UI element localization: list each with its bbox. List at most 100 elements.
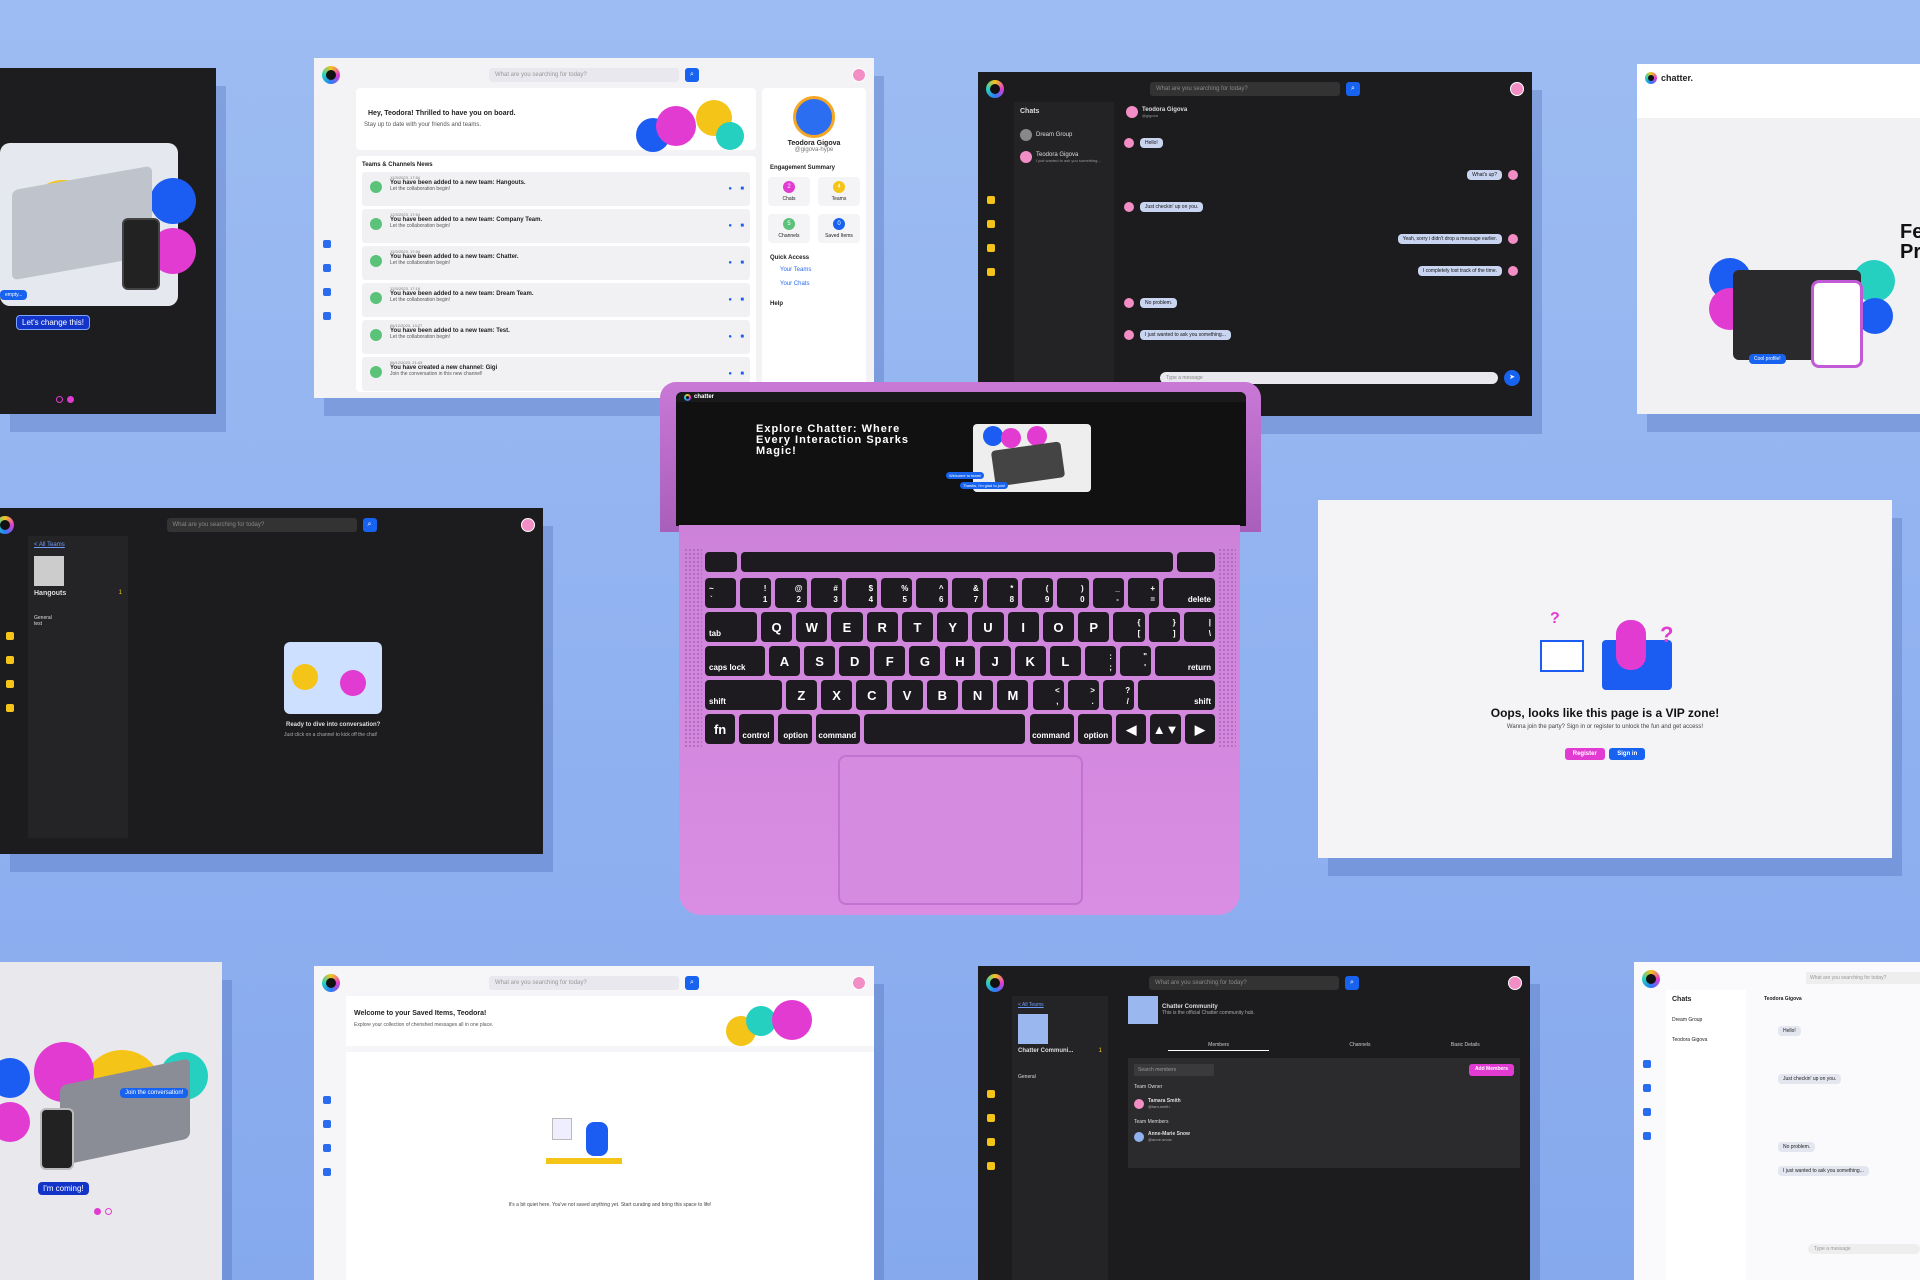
delete-icon[interactable]: ■: [740, 260, 744, 266]
bell-icon[interactable]: ●: [728, 186, 732, 192]
key[interactable]: # 3: [810, 578, 842, 608]
news-item[interactable]: 12/3/2023, 17:54 You have been added to a…: [362, 209, 750, 243]
chats-icon[interactable]: [6, 656, 14, 664]
key[interactable]: D: [839, 646, 871, 676]
search-button[interactable]: ⌕: [362, 518, 377, 532]
bell-icon[interactable]: ●: [728, 223, 732, 229]
key[interactable]: W: [796, 612, 828, 642]
key[interactable]: P: [1078, 612, 1110, 642]
bell-icon[interactable]: ●: [728, 371, 732, 377]
search-button[interactable]: ⌕: [1345, 976, 1359, 990]
key[interactable]: K: [1014, 646, 1046, 676]
key[interactable]: S: [804, 646, 836, 676]
news-item[interactable]: 12/3/2023, 17:54 You have been added to a…: [362, 172, 750, 206]
key[interactable]: N: [962, 680, 994, 710]
key[interactable]: F: [874, 646, 906, 676]
delete-icon[interactable]: ■: [740, 371, 744, 377]
tab-members[interactable]: Members: [1168, 1042, 1270, 1051]
user-avatar[interactable]: [1508, 976, 1522, 990]
key[interactable]: { [: [1113, 612, 1145, 642]
insights-icon[interactable]: [323, 1096, 331, 1104]
search-button[interactable]: ⌕: [1346, 82, 1360, 96]
insights-icon[interactable]: [6, 632, 14, 640]
key[interactable]: H: [944, 646, 976, 676]
key[interactable]: option: [777, 714, 812, 744]
later-icon[interactable]: [323, 1168, 331, 1176]
key[interactable]: Z: [785, 680, 817, 710]
delete-icon[interactable]: ■: [740, 334, 744, 340]
key[interactable]: > .: [1067, 680, 1099, 710]
key[interactable]: I: [1007, 612, 1039, 642]
key[interactable]: L: [1049, 646, 1081, 676]
search-input[interactable]: What are you searching for today?: [489, 976, 679, 990]
search-button[interactable]: ⌕: [685, 976, 699, 990]
function-key[interactable]: [705, 552, 737, 572]
key[interactable]: @ 2: [775, 578, 807, 608]
key[interactable]: option: [1077, 714, 1113, 744]
user-avatar[interactable]: [521, 518, 535, 532]
news-item[interactable]: 12/3/2023, 17:54 You have been added to a…: [362, 246, 750, 280]
key[interactable]: R: [866, 612, 898, 642]
key[interactable]: return: [1155, 646, 1215, 676]
chats-icon[interactable]: [987, 220, 995, 228]
insights-icon[interactable]: [987, 196, 995, 204]
key[interactable]: ! 1: [740, 578, 772, 608]
send-button[interactable]: ➤: [1504, 370, 1520, 386]
key[interactable]: [864, 714, 1026, 744]
teams-icon[interactable]: [987, 244, 995, 252]
chats-icon[interactable]: [1643, 1084, 1651, 1092]
teams-icon[interactable]: [1643, 1108, 1651, 1116]
key[interactable]: * 8: [986, 578, 1019, 608]
key[interactable]: : ;: [1084, 646, 1116, 676]
key[interactable]: fn: [705, 714, 736, 744]
key[interactable]: T: [901, 612, 934, 642]
search-input[interactable]: What are you searching for today?: [1806, 972, 1920, 984]
later-icon[interactable]: [6, 704, 14, 712]
key[interactable]: ( 9: [1022, 578, 1054, 608]
key[interactable]: _ -: [1092, 578, 1124, 608]
key[interactable]: + =: [1127, 578, 1160, 608]
later-icon[interactable]: [987, 1162, 995, 1170]
user-avatar[interactable]: [852, 68, 866, 82]
key[interactable]: command: [1029, 714, 1074, 744]
bell-icon[interactable]: ●: [728, 334, 732, 340]
search-button[interactable]: ⌕: [685, 68, 699, 82]
key[interactable]: B: [926, 680, 958, 710]
user-avatar[interactable]: [1510, 82, 1524, 96]
search-input[interactable]: What are you searching for today?: [1150, 82, 1340, 96]
bell-icon[interactable]: ●: [728, 260, 732, 266]
key[interactable]: shift: [1138, 680, 1215, 710]
register-button[interactable]: Register: [1564, 748, 1605, 760]
key[interactable]: ▶: [1184, 714, 1215, 744]
key[interactable]: $ 4: [845, 578, 878, 608]
channel-general[interactable]: General: [1018, 1074, 1102, 1080]
news-item[interactable]: 06/12/2023, 13:27 You have been added to …: [362, 320, 750, 354]
tab-channels[interactable]: Channels: [1349, 1042, 1370, 1051]
add-members-button[interactable]: Add Members: [1468, 1064, 1514, 1076]
key[interactable]: V: [891, 680, 923, 710]
qa-your-chats[interactable]: Your Chats: [780, 281, 866, 287]
member-search[interactable]: Search members: [1134, 1064, 1214, 1076]
news-item[interactable]: 12/3/2023, 17:19 You have been added to a…: [362, 283, 750, 317]
key[interactable]: Y: [937, 612, 969, 642]
chats-icon[interactable]: [323, 1120, 331, 1128]
key[interactable]: U: [972, 612, 1004, 642]
delete-icon[interactable]: ■: [740, 297, 744, 303]
bell-icon[interactable]: ●: [728, 297, 732, 303]
key[interactable]: command: [815, 714, 861, 744]
later-icon[interactable]: [987, 268, 995, 276]
trackpad[interactable]: [838, 755, 1083, 905]
key[interactable]: | \: [1183, 612, 1215, 642]
delete-icon[interactable]: ■: [740, 223, 744, 229]
insights-icon[interactable]: [987, 1090, 995, 1098]
chats-icon[interactable]: [323, 264, 331, 272]
user-avatar[interactable]: [852, 976, 866, 990]
search-input[interactable]: What are you searching for today?: [489, 68, 679, 82]
coming-cta-bubble[interactable]: I'm coming!: [38, 1182, 89, 1195]
key[interactable]: ? /: [1103, 680, 1135, 710]
key[interactable]: } ]: [1148, 612, 1180, 642]
key[interactable]: Q: [760, 612, 793, 642]
key[interactable]: G: [909, 646, 941, 676]
chat-item[interactable]: Teodora Gigova: [1672, 1037, 1740, 1043]
message-input[interactable]: Type a message: [1808, 1244, 1920, 1254]
